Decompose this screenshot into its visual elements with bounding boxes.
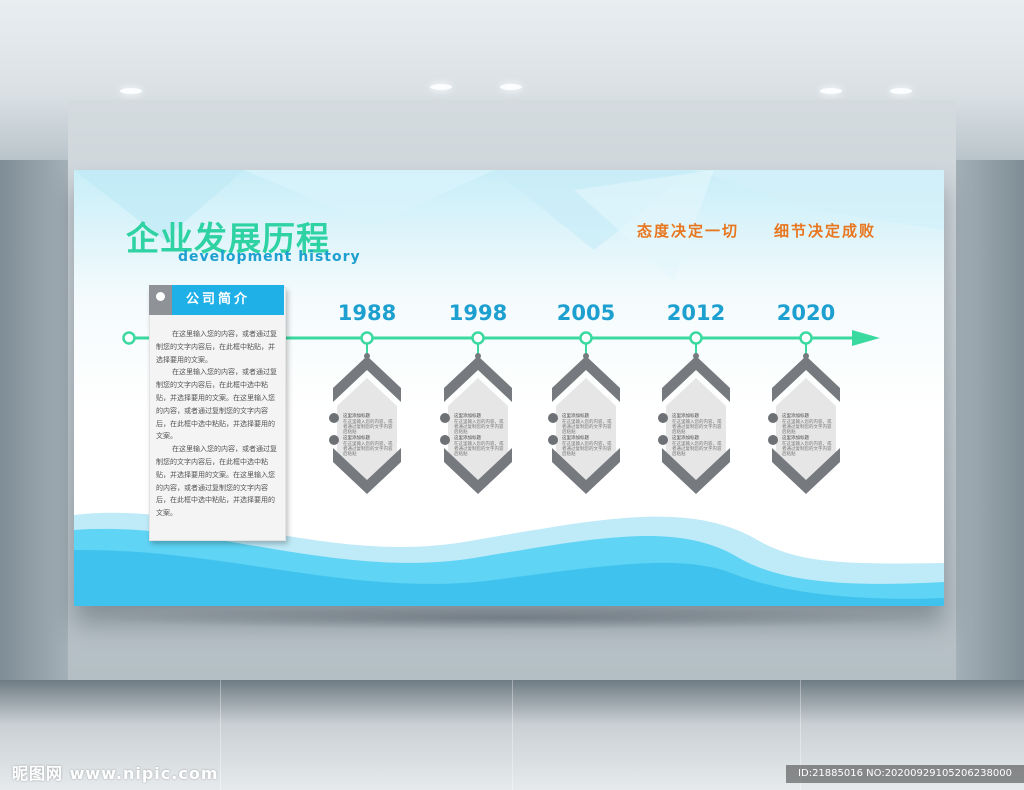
person-icon (658, 413, 668, 423)
watermark: 昵图网 www.nipic.com (12, 764, 219, 783)
timeline-item-title: 这里添加标题 (672, 414, 699, 419)
timeline-item-text: 在这里输入您的内容，或者通过复制您的文字内容后粘贴 (782, 442, 832, 457)
slogan-1: 态度决定一切 (637, 222, 740, 240)
timeline-item-title: 这里添加标题 (343, 414, 370, 419)
card-dot-icon (156, 292, 165, 301)
person-icon (329, 435, 339, 445)
timeline-item-title: 这里添加标题 (782, 414, 809, 419)
left-wall (0, 160, 70, 680)
ceiling-light (500, 84, 522, 90)
timeline-item-title: 这里添加标题 (454, 414, 481, 419)
timeline-item-title: 这里添加标题 (562, 436, 589, 441)
timeline-item-title: 这里添加标题 (672, 436, 699, 441)
intro-paragraph: 在这里输入您的内容，或者通过复制您的文字内容后，在此框中选中粘贴，并选择要用的文… (156, 445, 277, 518)
ceiling-light (430, 84, 452, 90)
person-icon (329, 413, 339, 423)
person-icon (440, 435, 450, 445)
company-intro-tab: 公司简介 (172, 285, 284, 315)
timeline-item-text: 在这里输入您的内容，或者通过复制您的文字内容后粘贴 (343, 442, 393, 457)
intro-paragraph: 在这里输入您的内容，或者通过复制您的文字内容后，在此框中选中粘贴，并选择要用的文… (156, 368, 277, 441)
display-board: 企业发展历程 development history 态度决定一切 细节决定成败… (74, 170, 944, 606)
person-icon (658, 435, 668, 445)
intro-paragraph: 在这里输入您的内容，或者通过复制您的文字内容后，在此框中粘贴，并选择要用的文案。 (156, 330, 277, 364)
timeline-item-title: 这里添加标题 (562, 414, 589, 419)
timeline-year-2012: 2012 (666, 301, 726, 325)
timeline-year-1988: 1988 (337, 301, 397, 325)
timeline-item-text: 在这里输入您的内容，或者通过复制您的文字内容后粘贴 (782, 420, 832, 435)
timeline-item-text: 在这里输入您的内容，或者通过复制您的文字内容后粘贴 (454, 442, 504, 457)
timeline-year-2005: 2005 (556, 301, 616, 325)
slogan-2: 细节决定成败 (774, 222, 877, 240)
timeline-item-text: 在这里输入您的内容，或者通过复制您的文字内容后粘贴 (562, 420, 612, 435)
timeline-item-text: 在这里输入您的内容，或者通过复制您的文字内容后粘贴 (672, 420, 722, 435)
timeline-item-title: 这里添加标题 (782, 436, 809, 441)
board-shadow (90, 606, 930, 630)
timeline-item-text: 在这里输入您的内容，或者通过复制您的文字内容后粘贴 (343, 420, 393, 435)
timeline-item-title: 这里添加标题 (454, 436, 481, 441)
timeline-item-text: 在这里输入您的内容，或者通过复制您的文字内容后粘贴 (672, 442, 722, 457)
company-intro-text: 在这里输入您的内容，或者通过复制您的文字内容后，在此框中粘贴，并选择要用的文案。… (156, 328, 280, 520)
timeline-item-text: 在这里输入您的内容，或者通过复制您的文字内容后粘贴 (454, 420, 504, 435)
ceiling-light (120, 88, 142, 94)
timeline-item-text: 在这里输入您的内容，或者通过复制您的文字内容后粘贴 (562, 442, 612, 457)
image-id-label: ID:21885016 NO:20200929105206238000 (786, 765, 1024, 783)
person-icon (768, 413, 778, 423)
person-icon (548, 435, 558, 445)
person-icon (440, 413, 450, 423)
person-icon (548, 413, 558, 423)
person-icon (768, 435, 778, 445)
timeline-item-title: 这里添加标题 (343, 436, 370, 441)
timeline-year-2020: 2020 (776, 301, 836, 325)
page-subtitle: development history (178, 249, 361, 265)
ceiling-light (890, 88, 912, 94)
ceiling-light (820, 88, 842, 94)
right-wall (954, 160, 1024, 680)
timeline-year-1998: 1998 (448, 301, 508, 325)
